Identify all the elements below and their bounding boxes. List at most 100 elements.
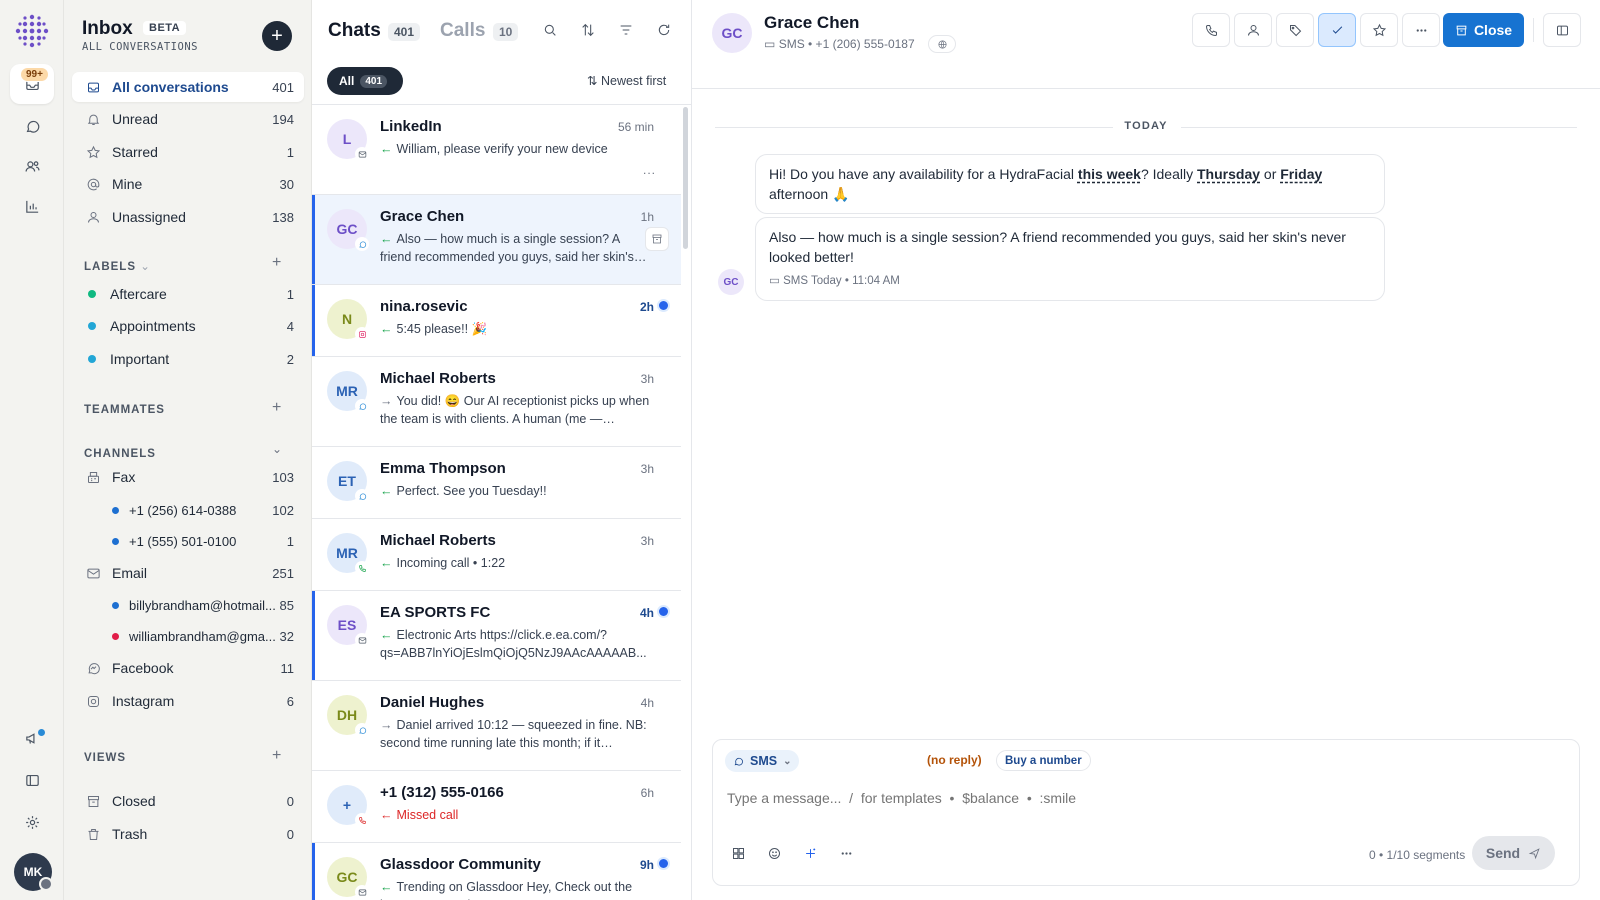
rail-reports-button[interactable] (10, 186, 54, 226)
add-teammate-button[interactable]: + (272, 399, 281, 417)
star-button[interactable] (1360, 13, 1398, 47)
channel-dot (112, 601, 119, 609)
refresh-button[interactable] (656, 22, 676, 42)
sidebar-item-label: Closed (112, 793, 156, 809)
close-conversation-button[interactable]: Close (1443, 13, 1524, 47)
conversation-row[interactable]: Nnina.rosevic 2h ← 5:45 please!! 🎉 (312, 285, 681, 357)
sparkle-icon (805, 848, 815, 858)
conversation-row[interactable]: GC Grace Chen 1h ← Also — how much is a sing… (312, 195, 681, 285)
filter-all-pill[interactable]: All 401 (327, 67, 403, 95)
divider (1533, 18, 1534, 42)
sidebar-channel-fax[interactable]: Fax 103 (72, 462, 304, 492)
sidebar-label-important[interactable]: Important 2 (72, 344, 304, 374)
templates-button[interactable] (727, 842, 749, 864)
more-composer-options[interactable] (835, 842, 857, 864)
sidebar-view-closed[interactable]: Closed 0 (72, 786, 304, 816)
channels-section-header[interactable]: CHANNELS (84, 448, 156, 460)
sidebar-channel-facebook[interactable]: Facebook 11 (72, 653, 304, 683)
rail-chat-button[interactable] (10, 106, 54, 146)
app-logo[interactable] (15, 14, 49, 48)
sidebar-item-mine[interactable]: Mine 30 (72, 169, 304, 199)
sidebar-channel-phone-2[interactable]: +1 (555) 501-0100 1 (72, 526, 304, 556)
tab-chats[interactable]: Chats (328, 20, 381, 42)
buy-number-button[interactable]: Buy a number (996, 750, 1091, 771)
ai-assist-button[interactable] (799, 842, 821, 864)
rail-announcements-button[interactable] (10, 718, 54, 758)
rail-contacts-button[interactable] (10, 146, 54, 186)
list-scrollbar[interactable] (683, 107, 688, 249)
message-composer: SMS ⌄ (no reply) Buy a number 0 • 1/10 s… (712, 739, 1580, 886)
sidebar-label-appointments[interactable]: Appointments 4 (72, 311, 304, 341)
message-input[interactable] (727, 790, 1487, 806)
label-button[interactable] (1276, 13, 1314, 47)
smile-icon (768, 847, 780, 859)
sidebar-item-starred[interactable]: Starred 1 (72, 137, 304, 167)
direction-arrow-icon: ← (380, 880, 393, 894)
conversation-row[interactable]: L LinkedIn 56 min ← William, please verify y… (312, 105, 681, 195)
rail-settings-button[interactable] (10, 802, 54, 842)
chevron-down-icon[interactable]: ⌄ (272, 442, 282, 456)
sidebar-item-count: 30 (279, 176, 294, 192)
message-text: afternoon 🙏 (769, 186, 850, 202)
conversation-row[interactable]: MR Michael Roberts 3h → You did! 😄 Our AI re… (312, 357, 681, 447)
add-label-button[interactable]: + (272, 254, 281, 272)
add-view-button[interactable]: + (272, 747, 281, 765)
filter-button[interactable] (618, 22, 638, 42)
new-conversation-button[interactable]: + (262, 21, 292, 51)
conversation-row[interactable]: ET Emma Thompson 3h ← Perfect. See you Tuesd… (312, 447, 681, 519)
views-section-header[interactable]: VIEWS (84, 752, 126, 764)
emoji-button[interactable] (763, 842, 785, 864)
sidebar-channel-email[interactable]: Email 251 (72, 558, 304, 588)
toggle-details-button[interactable] (1543, 13, 1581, 47)
rail-sidebar-toggle[interactable] (10, 760, 54, 800)
mark-read-button[interactable] (1318, 13, 1356, 47)
sidebar-channel-instagram[interactable]: Instagram 6 (72, 686, 304, 716)
labels-section-header[interactable]: LABELS ⌄ (84, 259, 151, 273)
date-highlight[interactable]: this week (1078, 166, 1141, 182)
sidebar-item-label: Facebook (112, 660, 174, 676)
channel-selector[interactable]: SMS ⌄ (725, 750, 800, 772)
message-preview: → You did! 😄 Our AI receptionist picks up… (380, 394, 650, 426)
sidebar-item-all-conversations[interactable]: All conversations 401 (72, 72, 304, 102)
language-button[interactable] (928, 35, 956, 53)
sidebar-channel-email-1[interactable]: billybrandham@hotmail... 85 (72, 590, 304, 620)
sidebar-item-unassigned[interactable]: Unassigned 138 (72, 202, 304, 232)
more-options-button[interactable] (1402, 13, 1440, 47)
conversation-row[interactable]: MR Michael Roberts 3h ← Incoming call • 1:22 (312, 519, 681, 591)
label-color-dot (88, 290, 96, 298)
conversation-row[interactable]: ES EA SPORTS FC 4h ← Electronic Arts https:/… (312, 591, 681, 681)
contact-avatar[interactable]: GC (712, 13, 752, 53)
sidebar-label-aftercare[interactable]: Aftercare 1 (72, 279, 304, 309)
contact-name[interactable]: Grace Chen (764, 13, 859, 33)
sidebar-view-trash[interactable]: Trash 0 (72, 819, 304, 849)
tab-calls[interactable]: Calls (440, 20, 485, 42)
more-icon (841, 851, 851, 855)
conversation-row[interactable]: DH Daniel Hughes 4h → Daniel arrived 10:12 —… (312, 681, 681, 771)
assign-button[interactable] (1234, 13, 1272, 47)
message-bubble[interactable]: Also — how much is a single session? A f… (755, 217, 1385, 301)
sidebar-channel-email-2[interactable]: williambrandham@gma... 32 (72, 621, 304, 651)
contact-name: Grace Chen (380, 208, 465, 225)
user-avatar[interactable]: MK (14, 853, 53, 891)
sidebar-item-unread[interactable]: Unread 194 (72, 104, 304, 134)
conversation-row[interactable]: GC Glassdoor Community 9h ← Trending on Glas… (312, 843, 681, 900)
unread-dot (659, 859, 668, 868)
message-meta: ▭ SMS Today • 11:04 AM (769, 275, 900, 287)
sidebar-toggle-icon (25, 774, 39, 786)
sidebar-item-label: Appointments (110, 318, 196, 334)
sort-dropdown[interactable]: ⇅ Newest first (587, 73, 666, 88)
message-bubble[interactable]: Hi! Do you have any availability for a H… (755, 154, 1385, 214)
plus-icon: + (271, 25, 283, 47)
date-highlight[interactable]: Friday (1280, 166, 1322, 182)
calls-count-badge: 10 (493, 23, 519, 41)
teammates-section-header[interactable]: TEAMMATES (84, 404, 165, 416)
search-button[interactable] (542, 22, 562, 42)
call-button[interactable] (1192, 13, 1230, 47)
conversation-row[interactable]: + +1 (312) 555-0166 6h ← Missed call (312, 771, 681, 843)
send-button[interactable]: Send (1472, 836, 1555, 870)
sidebar-channel-phone-1[interactable]: +1 (256) 614-0388 102 (72, 495, 304, 525)
sidebar-item-count: 85 (279, 597, 294, 613)
date-highlight[interactable]: Thursday (1197, 166, 1260, 182)
archive-button[interactable] (645, 227, 669, 251)
sort-button[interactable] (580, 22, 600, 42)
